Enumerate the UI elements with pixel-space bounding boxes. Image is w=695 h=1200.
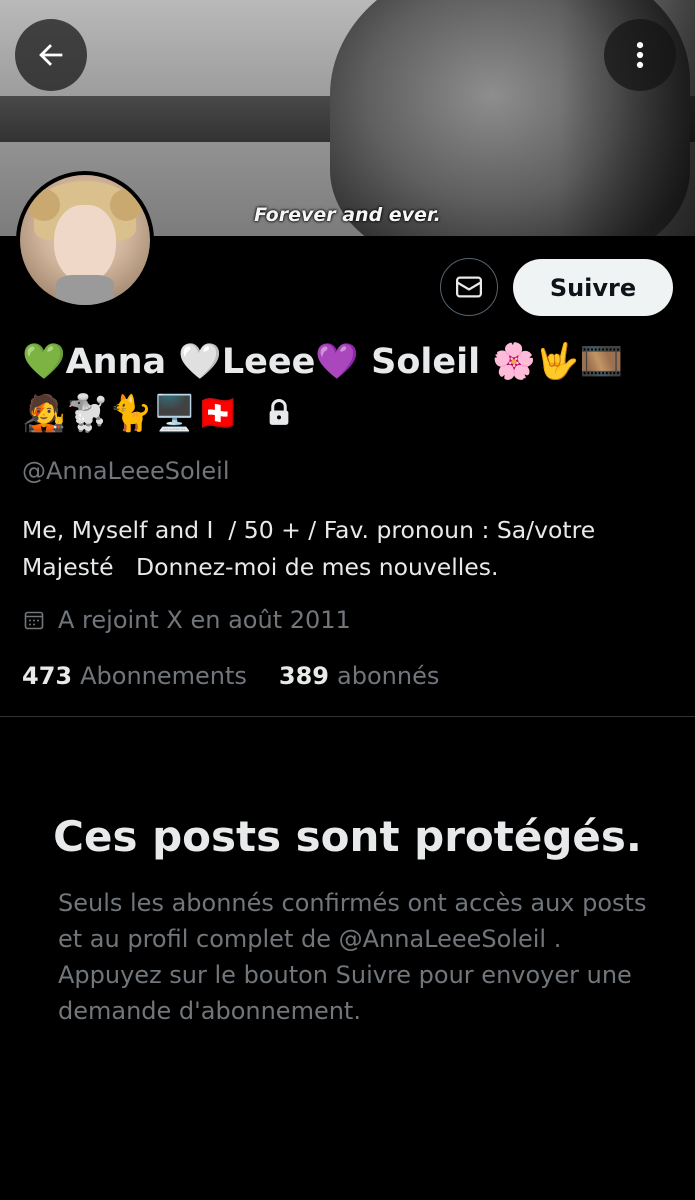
avatar-collar: [56, 275, 114, 305]
join-date-text: A rejoint X en août 2011: [58, 606, 351, 634]
kebab-vertical-icon: [636, 41, 644, 69]
join-date: A rejoint X en août 2011: [22, 606, 351, 634]
avatar-bun-right: [110, 189, 142, 221]
arrow-left-icon: [39, 44, 63, 66]
calendar-icon: [24, 611, 44, 630]
following-label: Abonnements: [80, 662, 247, 690]
back-button[interactable]: [15, 19, 87, 91]
profile-page: Forever and ever. Suivre 💚Anna 🤍Leee💜 So…: [0, 0, 695, 1200]
avatar-face: [54, 205, 116, 283]
section-divider: [0, 716, 695, 717]
protected-text: Seuls les abonnés confirmés ont accès au…: [58, 889, 647, 1025]
display-name: 💚Anna 🤍Leee💜 Soleil 🌸🤟🎞️ 🧑‍🎤🐩🐈🖥️🇨🇭: [22, 336, 682, 443]
message-button[interactable]: [440, 258, 498, 316]
user-handle: @AnnaLeeeSoleil: [22, 457, 230, 485]
lock-icon: [266, 391, 292, 443]
more-options-button[interactable]: [604, 19, 676, 91]
following-count: 473: [22, 662, 73, 690]
avatar-bun-left: [28, 189, 60, 221]
protected-title: Ces posts sont protégés.: [53, 812, 642, 861]
avatar[interactable]: [16, 171, 154, 309]
avatar-image: [20, 175, 150, 305]
followers-link[interactable]: 389 abonnés: [279, 662, 439, 690]
display-name-line1: 💚Anna 🤍Leee💜 Soleil 🌸🤟🎞️: [22, 342, 624, 382]
profile-bio: Me, Myself and I / 50 + / Fav. pronoun :…: [22, 516, 603, 581]
envelope-icon: [456, 276, 482, 298]
followers-label: abonnés: [337, 662, 440, 690]
follow-button[interactable]: Suivre: [513, 259, 673, 316]
following-link[interactable]: 473 Abonnements: [22, 662, 247, 690]
follow-stats: 473 Abonnements 389 abonnés: [22, 662, 471, 690]
display-name-line2: 🧑‍🎤🐩🐈🖥️🇨🇭: [22, 394, 240, 434]
followers-count: 389: [278, 662, 330, 690]
